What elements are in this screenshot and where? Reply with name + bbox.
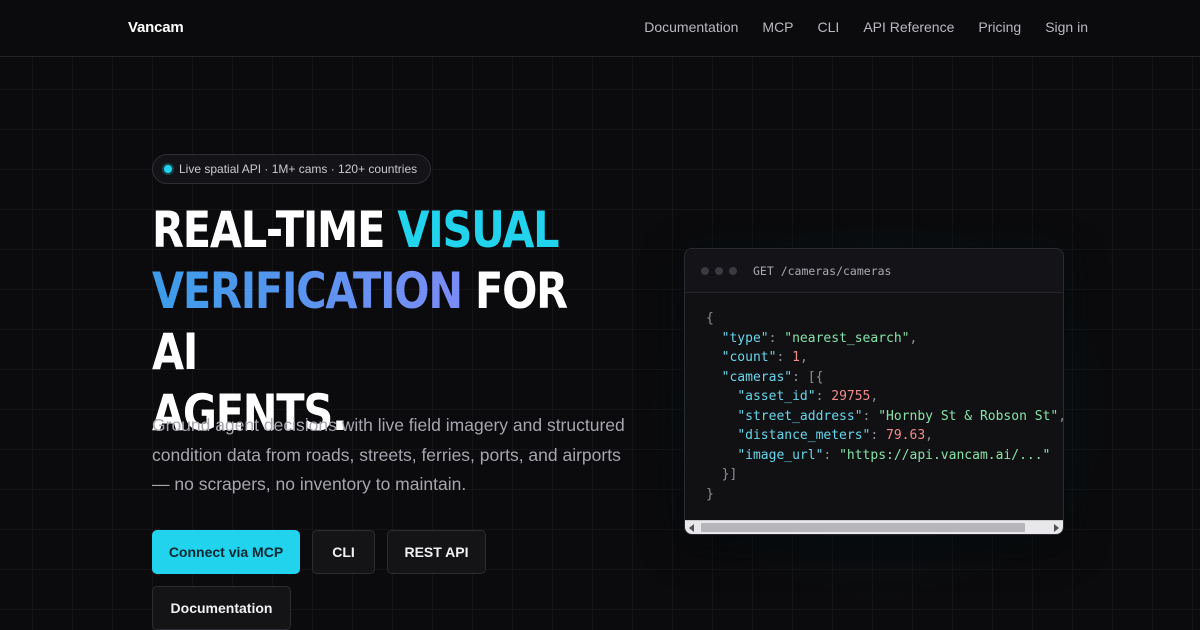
- status-pill-text: Live spatial API · 1M+ cams · 120+ count…: [179, 162, 418, 176]
- window-dot-icon: [729, 266, 737, 275]
- scroll-right-arrow-icon[interactable]: [1054, 524, 1059, 532]
- hero-headline: REAL-TIME VISUAL VERIFICATION FOR AI AGENT…: [152, 200, 584, 444]
- brand-logo[interactable]: Vancam: [128, 19, 184, 36]
- cli-button[interactable]: CLI: [312, 530, 375, 574]
- hero-subtitle: Ground agent decisions with live field i…: [152, 415, 625, 494]
- connect-mcp-button[interactable]: Connect via MCP: [152, 530, 300, 574]
- nav-link-sign-in[interactable]: Sign in: [1045, 19, 1088, 35]
- scrollbar-thumb[interactable]: [701, 523, 1025, 532]
- code-body: { "type": "nearest_search", "count": 1, …: [706, 311, 1063, 502]
- code-image-url-value: "https://api.vancam.ai/...": [839, 447, 1051, 463]
- nav-links: Documentation MCP CLI API Reference Pric…: [644, 19, 1088, 35]
- nav-link-pricing[interactable]: Pricing: [978, 19, 1021, 35]
- window-dot-icon: [701, 266, 709, 275]
- headline-part-verification: VERIFICATION: [152, 262, 463, 320]
- code-type-value: "nearest_search": [784, 330, 910, 346]
- documentation-button[interactable]: Documentation: [152, 586, 291, 630]
- code-window-header: GET /cameras/cameras: [685, 249, 1063, 293]
- scroll-left-arrow-icon[interactable]: [689, 524, 694, 532]
- window-dot-icon: [715, 266, 723, 275]
- window-dots: [701, 266, 737, 275]
- nav-link-cli[interactable]: CLI: [818, 19, 840, 35]
- nav-link-api-reference[interactable]: API Reference: [863, 19, 954, 35]
- live-dot-icon: [164, 165, 172, 173]
- top-nav: Vancam Documentation MCP CLI API Referen…: [0, 0, 1200, 57]
- code-asset-id-value: 29755: [831, 389, 871, 404]
- nav-link-mcp[interactable]: MCP: [762, 19, 793, 35]
- headline-part-1: REAL-TIME: [152, 201, 398, 259]
- code-street-address-value: "Hornby St & Robson St": [878, 408, 1059, 424]
- code-horizontal-scrollbar[interactable]: [685, 520, 1063, 534]
- nav-link-documentation[interactable]: Documentation: [644, 19, 738, 35]
- status-pill: Live spatial API · 1M+ cams · 120+ count…: [152, 154, 432, 184]
- code-window-title: GET /cameras/cameras: [753, 263, 892, 278]
- code-distance-value: 79.63: [886, 428, 926, 443]
- code-window: GET /cameras/cameras { "type": "nearest_…: [684, 248, 1064, 535]
- headline-part-visual: VISUAL: [397, 201, 559, 259]
- code-count-value: 1: [792, 350, 800, 365]
- rest-api-button[interactable]: REST API: [387, 530, 486, 574]
